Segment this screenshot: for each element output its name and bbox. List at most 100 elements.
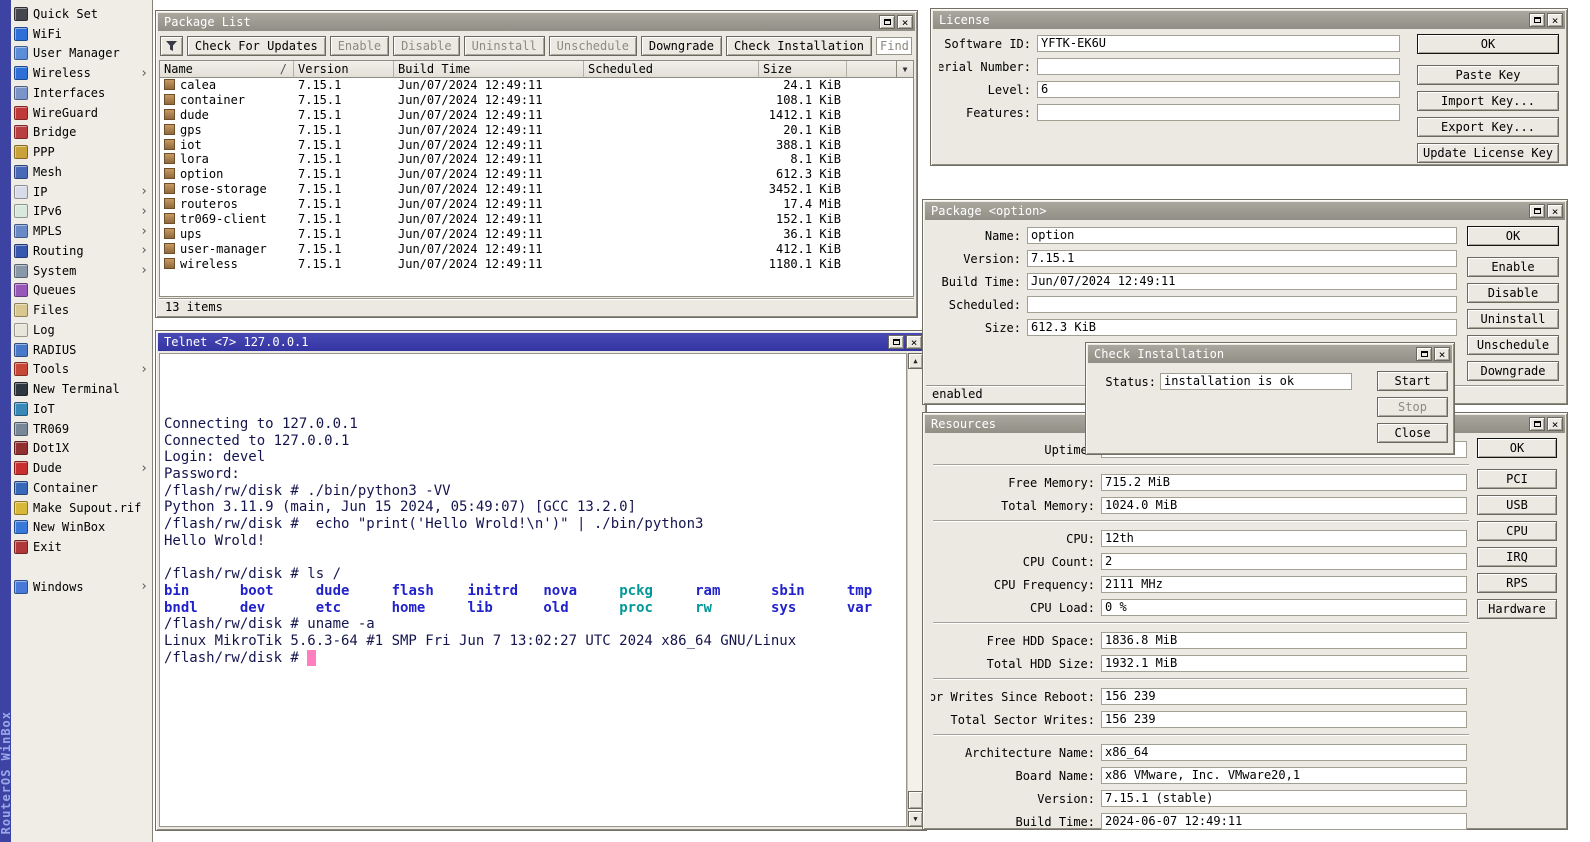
package-option-enable-button[interactable]: Enable xyxy=(1467,257,1559,277)
package-row-routeros[interactable]: routeros7.15.1Jun/07/2024 12:49:1117.4 M… xyxy=(160,197,913,212)
resources-pci-button[interactable]: PCI xyxy=(1477,469,1557,489)
sidebar-item-iot[interactable]: IoT xyxy=(11,399,152,419)
check-installation-close-button[interactable]: Close xyxy=(1377,423,1448,443)
package-field-name-value[interactable]: option xyxy=(1027,227,1457,244)
terminal-scrollbar[interactable]: ▲ ▼ xyxy=(907,353,923,827)
resources-field-board-name-value[interactable]: x86 VMware, Inc. VMware20,1 xyxy=(1101,767,1467,784)
package-option-disable-button[interactable]: Disable xyxy=(1467,283,1559,303)
restore-icon[interactable] xyxy=(1529,417,1545,431)
sidebar-item-new-winbox[interactable]: New WinBox xyxy=(11,518,152,538)
scroll-down-icon[interactable]: ▼ xyxy=(908,811,923,827)
package-field-scheduled-value[interactable] xyxy=(1027,296,1457,313)
sidebar-item-dot1x[interactable]: Dot1X xyxy=(11,439,152,459)
package-option-uninstall-button[interactable]: Uninstall xyxy=(1467,309,1559,329)
disable-button[interactable]: Disable xyxy=(393,36,460,56)
package-row-option[interactable]: option7.15.1Jun/07/2024 12:49:11612.3 Ki… xyxy=(160,167,913,182)
restore-icon[interactable] xyxy=(879,15,895,29)
close-icon[interactable]: × xyxy=(1547,204,1563,218)
resources-field-cpu-frequency-value[interactable]: 2111 MHz xyxy=(1101,576,1467,593)
sidebar-item-container[interactable]: Container xyxy=(11,478,152,498)
resources-irq-button[interactable]: IRQ xyxy=(1477,547,1557,567)
find-input[interactable] xyxy=(876,37,912,55)
close-icon[interactable]: × xyxy=(1434,347,1450,361)
package-row-dude[interactable]: dude7.15.1Jun/07/2024 12:49:111412.1 KiB xyxy=(160,108,913,123)
column-header-version[interactable]: Version xyxy=(294,61,394,78)
resources-field-cpu-value[interactable]: 12th xyxy=(1101,530,1467,547)
close-icon[interactable]: × xyxy=(1547,13,1563,27)
sidebar-item-exit[interactable]: Exit xyxy=(11,537,152,557)
sidebar-item-make-supout-rif[interactable]: Make Supout.rif xyxy=(11,498,152,518)
restore-icon[interactable] xyxy=(1416,347,1432,361)
resources-rps-button[interactable]: RPS xyxy=(1477,573,1557,593)
package-field-build-time-value[interactable]: Jun/07/2024 12:49:11 xyxy=(1027,273,1457,290)
close-icon[interactable]: × xyxy=(906,335,922,349)
sidebar-item-ppp[interactable]: PPP xyxy=(11,142,152,162)
restore-icon[interactable] xyxy=(1529,13,1545,27)
package-row-ups[interactable]: ups7.15.1Jun/07/2024 12:49:1136.1 KiB xyxy=(160,227,913,242)
column-header-name[interactable]: Name / xyxy=(160,61,294,78)
resources-field-free-hdd-space-value[interactable]: 1836.8 MiB xyxy=(1101,632,1467,649)
resources-field-version-value[interactable]: 7.15.1 (stable) xyxy=(1101,790,1467,807)
license-titlebar[interactable]: License × xyxy=(933,11,1565,29)
telnet-titlebar[interactable]: Telnet <7> 127.0.0.1 × xyxy=(158,333,924,351)
sidebar-item-queues[interactable]: Queues xyxy=(11,281,152,301)
sidebar-item-wireguard[interactable]: WireGuard xyxy=(11,103,152,123)
package-row-user-manager[interactable]: user-manager7.15.1Jun/07/2024 12:49:1141… xyxy=(160,242,913,257)
package-row-tr069-client[interactable]: tr069-client7.15.1Jun/07/2024 12:49:1115… xyxy=(160,212,913,227)
enable-button[interactable]: Enable xyxy=(330,36,389,56)
resources-usb-button[interactable]: USB xyxy=(1477,495,1557,515)
license-field-level-value[interactable]: 6 xyxy=(1037,81,1400,98)
license-export-key-button[interactable]: Export Key... xyxy=(1417,117,1559,137)
resources-field-cpu-load-value[interactable]: 0 % xyxy=(1101,599,1467,616)
column-header-build-time[interactable]: Build Time xyxy=(394,61,584,78)
resources-ok-button[interactable]: OK xyxy=(1477,438,1557,458)
sidebar-item-mesh[interactable]: Mesh xyxy=(11,162,152,182)
license-field-software-id-value[interactable]: YFTK-EK6U xyxy=(1037,35,1400,52)
sidebar-item-wifi[interactable]: WiFi xyxy=(11,24,152,44)
license-update-license-key-button[interactable]: Update License Key xyxy=(1417,143,1559,163)
terminal-output[interactable]: Connecting to 127.0.0.1Connected to 127.… xyxy=(159,353,907,827)
package-field-version-value[interactable]: 7.15.1 xyxy=(1027,250,1457,267)
resources-field-total-memory-value[interactable]: 1024.0 MiB xyxy=(1101,497,1467,514)
column-menu-button[interactable]: ▼ xyxy=(896,61,913,78)
package-option-unschedule-button[interactable]: Unschedule xyxy=(1467,335,1559,355)
sidebar-item-dude[interactable]: Dude› xyxy=(11,458,152,478)
sidebar-item-log[interactable]: Log xyxy=(11,320,152,340)
check-installation-titlebar[interactable]: Check Installation × xyxy=(1088,345,1452,363)
sidebar-item-system[interactable]: System› xyxy=(11,261,152,281)
package-row-calea[interactable]: calea7.15.1Jun/07/2024 12:49:1124.1 KiB xyxy=(160,78,913,93)
sidebar-item-routing[interactable]: Routing› xyxy=(11,241,152,261)
resources-field-build-time-value[interactable]: 2024-06-07 12:49:11 xyxy=(1101,813,1467,830)
downgrade-button[interactable]: Downgrade xyxy=(641,36,722,56)
package-row-container[interactable]: container7.15.1Jun/07/2024 12:49:11108.1… xyxy=(160,93,913,108)
sidebar-item-new-terminal[interactable]: New Terminal xyxy=(11,379,152,399)
package-field-size-value[interactable]: 612.3 KiB xyxy=(1027,319,1457,336)
check-installation-stop-button[interactable]: Stop xyxy=(1377,397,1448,417)
package-list-titlebar[interactable]: Package List × xyxy=(158,13,915,31)
column-header-size[interactable]: Size xyxy=(759,61,847,78)
sidebar-item-wireless[interactable]: Wireless› xyxy=(11,63,152,83)
resources-field-sector-writes-since-reboot-value[interactable]: 156 239 xyxy=(1101,688,1467,705)
sidebar-item-user-manager[interactable]: User Manager xyxy=(11,44,152,64)
sidebar-item-ip[interactable]: IP› xyxy=(11,182,152,202)
package-row-rose-storage[interactable]: rose-storage7.15.1Jun/07/2024 12:49:1134… xyxy=(160,182,913,197)
check-for-updates-button[interactable]: Check For Updates xyxy=(187,36,326,56)
license-field-features-value[interactable] xyxy=(1037,104,1400,121)
sidebar-item-tr069[interactable]: TR069 xyxy=(11,419,152,439)
resources-field-total-hdd-size-value[interactable]: 1932.1 MiB xyxy=(1101,655,1467,672)
uninstall-button[interactable]: Uninstall xyxy=(464,36,545,56)
resources-field-free-memory-value[interactable]: 715.2 MiB xyxy=(1101,474,1467,491)
package-row-wireless[interactable]: wireless7.15.1Jun/07/2024 12:49:111180.1… xyxy=(160,257,913,272)
scroll-up-icon[interactable]: ▲ xyxy=(908,353,923,369)
filter-button[interactable] xyxy=(160,36,183,56)
sidebar-item-radius[interactable]: RADIUS xyxy=(11,340,152,360)
restore-icon[interactable] xyxy=(888,335,904,349)
resources-field-architecture-name-value[interactable]: x86_64 xyxy=(1101,744,1467,761)
check-installation-button[interactable]: Check Installation xyxy=(726,36,872,56)
close-icon[interactable]: × xyxy=(897,15,913,29)
unschedule-button[interactable]: Unschedule xyxy=(549,36,637,56)
package-option-ok-button[interactable]: OK xyxy=(1467,226,1559,246)
resources-field-total-sector-writes-value[interactable]: 156 239 xyxy=(1101,711,1467,728)
scrollbar-thumb[interactable] xyxy=(908,791,923,809)
sidebar-item-quick-set[interactable]: Quick Set xyxy=(11,4,152,24)
